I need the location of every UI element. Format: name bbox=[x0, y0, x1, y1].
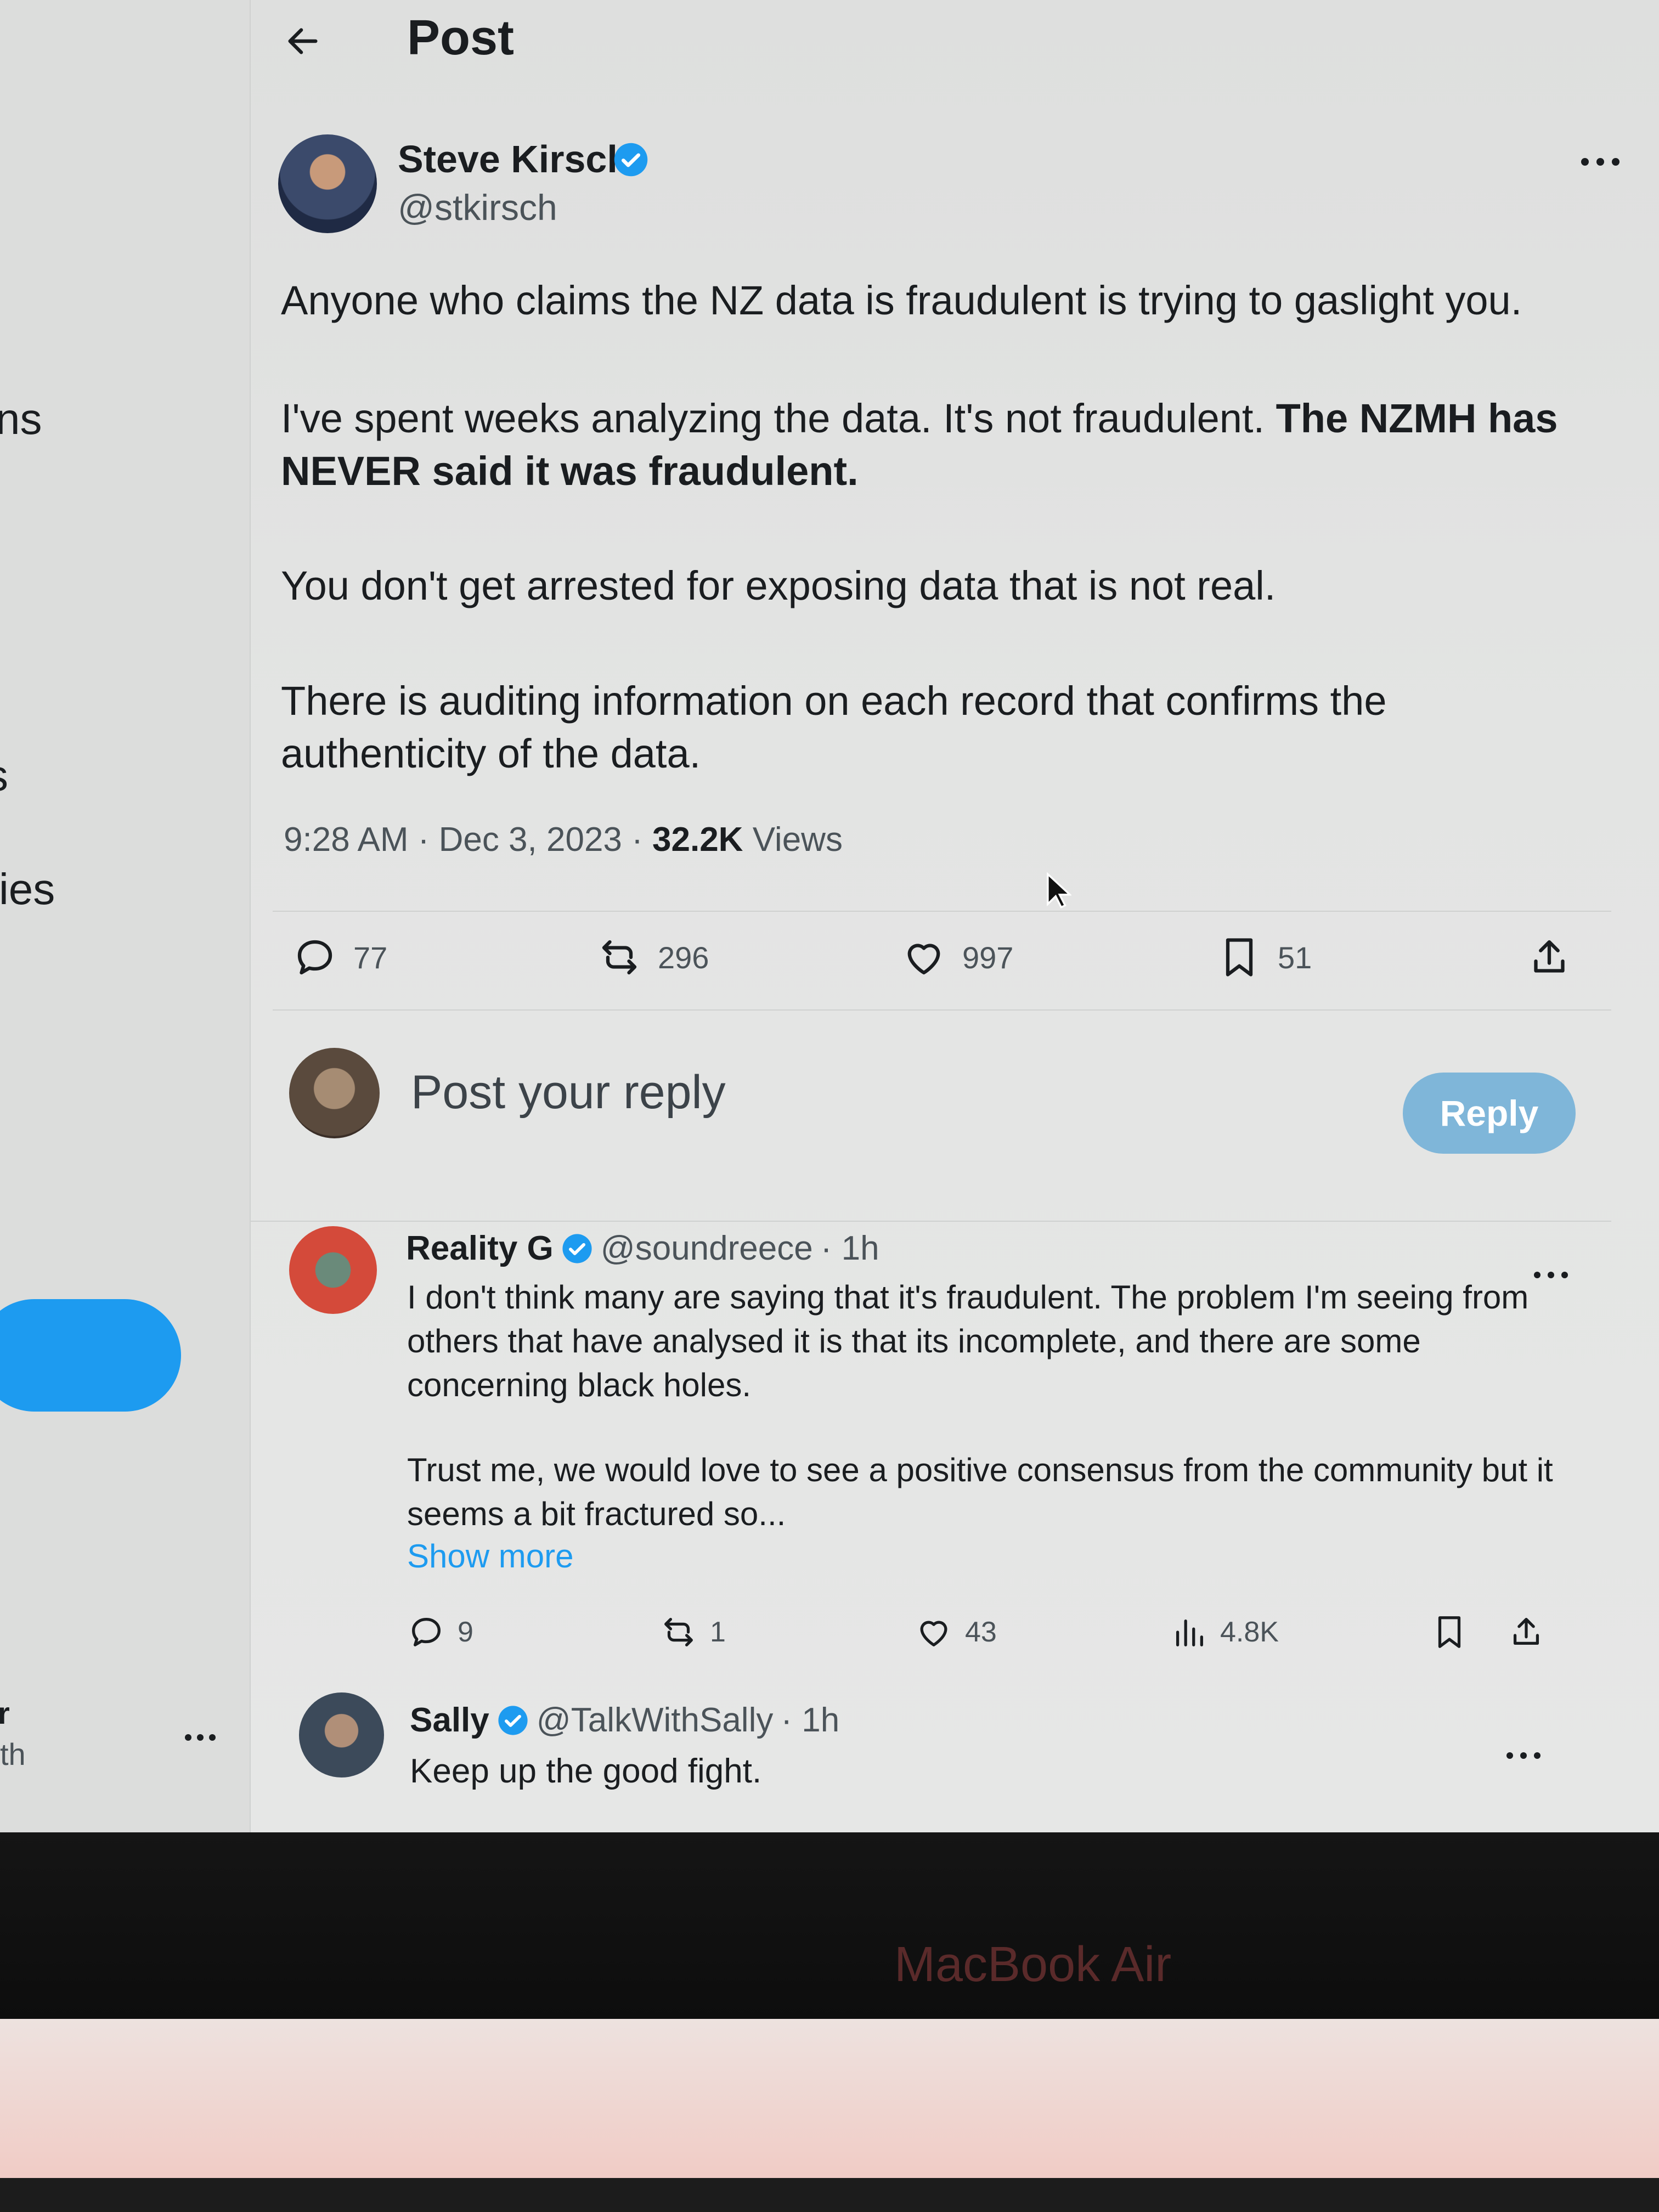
reply-icon bbox=[407, 1613, 445, 1651]
screen: ns s ies r th Post Steve Kirsch @stkirsc… bbox=[0, 0, 1659, 1832]
reply-avatar[interactable] bbox=[299, 1692, 384, 1778]
like-count: 997 bbox=[962, 940, 1014, 975]
more-options-icon[interactable] bbox=[1504, 1748, 1543, 1763]
page-title: Post bbox=[407, 10, 515, 65]
analytics-icon bbox=[1170, 1613, 1208, 1651]
author-avatar[interactable] bbox=[278, 134, 377, 233]
reply-author-handle[interactable]: @soundreece bbox=[601, 1229, 813, 1268]
reply-text: Trust me, we would love to see a positiv… bbox=[407, 1452, 1553, 1532]
bookmark-count: 51 bbox=[1278, 940, 1312, 975]
back-arrow-icon[interactable] bbox=[284, 22, 322, 60]
post-paragraph: Anyone who claims the NZ data is fraudul… bbox=[281, 278, 1522, 323]
keyboard-edge bbox=[0, 2178, 1659, 2212]
share-action[interactable] bbox=[1526, 933, 1572, 982]
views-count: 32.2K bbox=[652, 821, 743, 859]
verified-badge-icon[interactable] bbox=[561, 1233, 593, 1265]
like-action[interactable]: 997 bbox=[901, 933, 1013, 982]
post-thread: Post Steve Kirsch @stkirsch Anyone who c… bbox=[250, 0, 1620, 1832]
sidebar-fragment[interactable]: s bbox=[0, 751, 8, 801]
verified-badge-icon[interactable] bbox=[613, 142, 649, 178]
post-text-plain: I've spent weeks analyzing the data. It'… bbox=[281, 396, 1276, 441]
verified-badge-icon[interactable] bbox=[497, 1705, 529, 1736]
sidebar-fragment[interactable]: ies bbox=[0, 864, 55, 915]
reply-header: Sally @TalkWithSally · 1h bbox=[410, 1701, 839, 1740]
reply-count: 9 bbox=[458, 1616, 473, 1648]
mouse-cursor-icon bbox=[1046, 872, 1071, 911]
reply-text: I don't think many are saying that it's … bbox=[407, 1279, 1529, 1403]
account-more-icon[interactable] bbox=[184, 1731, 217, 1744]
repost-icon bbox=[659, 1613, 698, 1651]
post-timestamp[interactable]: 9:28 AM · Dec 3, 2023 · bbox=[284, 821, 652, 859]
share-icon bbox=[1507, 1613, 1545, 1651]
show-more-link[interactable]: Show more bbox=[407, 1537, 573, 1575]
reply-author-name[interactable]: Reality G bbox=[406, 1229, 554, 1268]
reply-views-action[interactable]: 4.8K bbox=[1170, 1610, 1279, 1654]
post-meta: 9:28 AM · Dec 3, 2023 · 32.2K Views bbox=[284, 820, 843, 859]
author-handle[interactable]: @stkirsch bbox=[398, 187, 557, 228]
post-paragraph: I've spent weeks analyzing the data. It'… bbox=[281, 392, 1587, 498]
repost-action[interactable]: 296 bbox=[596, 933, 709, 982]
reply-avatar[interactable] bbox=[289, 1226, 377, 1314]
reply-like-action[interactable]: 43 bbox=[915, 1610, 997, 1654]
reply-author-handle[interactable]: @TalkWithSally bbox=[537, 1701, 774, 1740]
author-name[interactable]: Steve Kirsch bbox=[398, 137, 630, 181]
reply-header: Reality G @soundreece · 1h bbox=[406, 1229, 879, 1268]
reply-button[interactable]: Reply bbox=[1403, 1073, 1576, 1154]
sidebar-fragment[interactable]: ns bbox=[0, 394, 42, 444]
views-label: Views bbox=[743, 821, 843, 859]
repost-icon bbox=[596, 934, 642, 980]
bookmark-icon bbox=[1430, 1613, 1469, 1651]
views-count: 4.8K bbox=[1220, 1616, 1279, 1648]
reply-time[interactable]: · 1h bbox=[821, 1229, 879, 1268]
reply-icon bbox=[292, 934, 338, 980]
divider bbox=[273, 1009, 1611, 1011]
repost-count: 1 bbox=[710, 1616, 726, 1648]
current-user-avatar[interactable] bbox=[289, 1048, 380, 1138]
divider bbox=[273, 911, 1611, 912]
repost-count: 296 bbox=[658, 940, 709, 975]
reply-input[interactable] bbox=[410, 1062, 1235, 1123]
sidebar-fragment: th bbox=[0, 1737, 26, 1771]
heart-icon bbox=[901, 934, 947, 980]
share-icon bbox=[1526, 934, 1572, 980]
bookmark-icon bbox=[1216, 934, 1262, 980]
reply-count: 77 bbox=[353, 940, 388, 975]
heart-icon bbox=[915, 1613, 953, 1651]
reply-repost-action[interactable]: 1 bbox=[659, 1610, 726, 1654]
reply-author-name[interactable]: Sally bbox=[410, 1701, 489, 1740]
divider bbox=[251, 1221, 1611, 1222]
post-paragraph: There is auditing information on each re… bbox=[281, 678, 1387, 776]
post-button[interactable] bbox=[0, 1299, 181, 1412]
post-paragraph: You don't get arrested for exposing data… bbox=[281, 563, 1276, 608]
laptop-bezel bbox=[0, 1832, 1659, 2019]
sidebar-fragment: r bbox=[0, 1696, 10, 1730]
reply-text: Keep up the good fight. bbox=[410, 1752, 762, 1790]
reply-time[interactable]: · 1h bbox=[781, 1701, 839, 1740]
device-label: MacBook Air bbox=[894, 1937, 1172, 1992]
reply-share-action[interactable] bbox=[1507, 1610, 1545, 1654]
like-count: 43 bbox=[965, 1616, 997, 1648]
left-sidebar: ns s ies r th bbox=[0, 0, 250, 1832]
reply-action[interactable]: 77 bbox=[292, 933, 387, 982]
reply-reply-action[interactable]: 9 bbox=[407, 1610, 473, 1654]
more-options-icon[interactable] bbox=[1578, 154, 1622, 170]
reply-bookmark-action[interactable] bbox=[1430, 1610, 1469, 1654]
bookmark-action[interactable]: 51 bbox=[1216, 933, 1312, 982]
